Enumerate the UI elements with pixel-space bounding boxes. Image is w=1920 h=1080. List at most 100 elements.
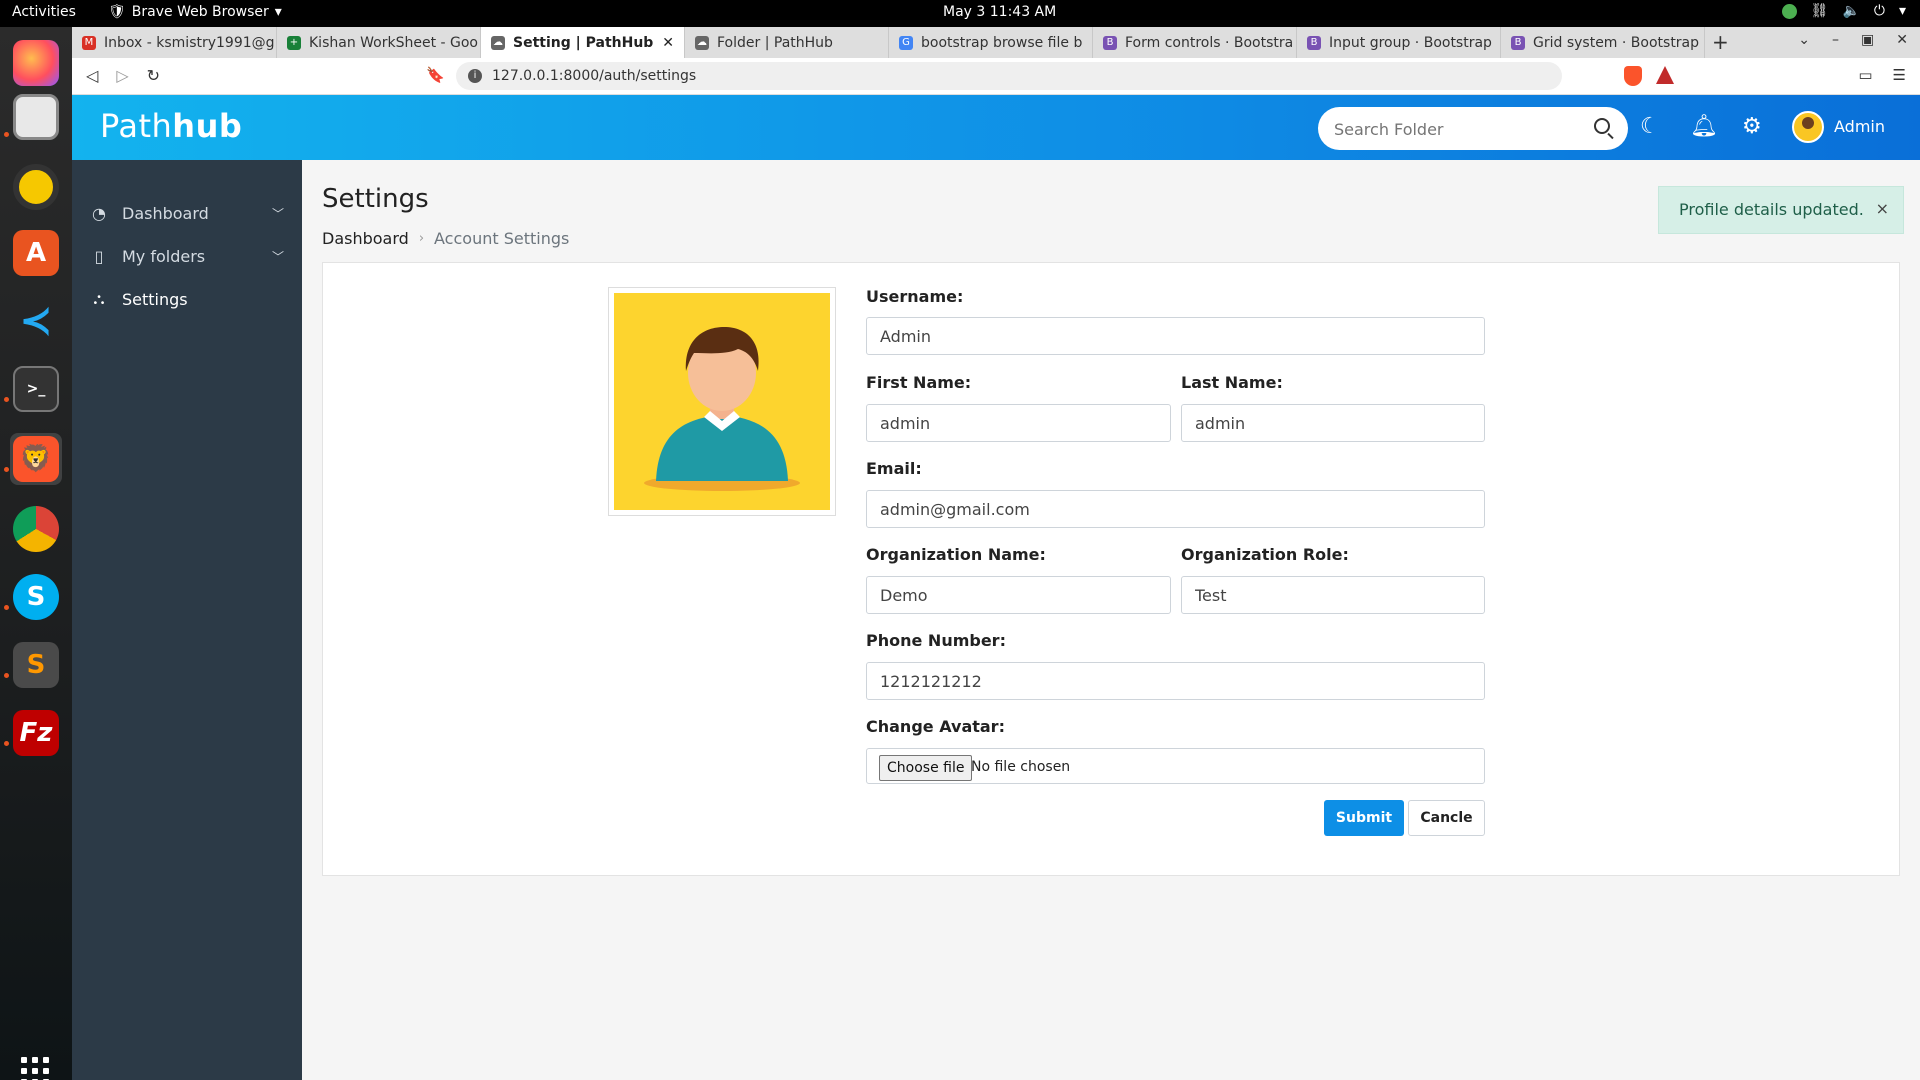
username-input[interactable] [866,317,1485,355]
rhythmbox-launcher[interactable] [10,161,62,213]
running-indicator [4,605,9,610]
running-indicator [4,132,9,137]
search-folder-box [1318,107,1628,150]
browser-tab[interactable]: M Inbox - ksmistry1991@g [72,27,277,58]
username-label: Username: [866,287,964,306]
tab-label: Kishan WorkSheet - Goo [309,34,478,51]
gear-icon[interactable]: ⚙ [1742,114,1762,139]
filezilla-icon: Fz [13,710,59,756]
sidebar-item-my-folders[interactable]: ▯ My folders ﹀ [72,236,302,276]
status-icon[interactable] [1781,3,1797,19]
browser-tab[interactable]: + Kishan WorkSheet - Goo [277,27,481,58]
phone-label: Phone Number: [866,631,1006,650]
volume-icon[interactable]: 🔈 [1842,3,1859,19]
skype-icon: S [13,574,59,620]
success-alert: Profile details updated. × [1658,186,1904,234]
page-title: Settings [322,184,429,214]
browser-tab[interactable]: Gbootstrap browse file b [889,27,1093,58]
breadcrumb-dashboard[interactable]: Dashboard [322,229,409,248]
terminal-launcher[interactable]: >_ [10,363,62,415]
search-folder-input[interactable] [1334,117,1584,141]
site-info-icon[interactable]: i [468,69,482,83]
maximize-icon[interactable]: ▣ [1861,32,1874,48]
brave-launcher[interactable]: 🦁 [10,433,62,485]
sidebar-item-settings[interactable]: ⛬ Settings [72,279,302,319]
brave-shield-icon[interactable] [1624,66,1642,86]
os-top-bar: Activities 🛡 Brave Web Browser ▾ May 3 1… [0,0,1920,27]
activities-button[interactable]: Activities [12,4,76,20]
menu-icon[interactable]: ☰ [1893,66,1906,84]
reload-icon[interactable]: ↻ [147,66,160,85]
tab-label: Inbox - ksmistry1991@g [104,34,275,51]
last-name-input[interactable] [1181,404,1485,442]
sidebar-item-dashboard[interactable]: ◔ Dashboard ﹀ [72,193,302,233]
first-name-input[interactable] [866,404,1171,442]
logo-suffix: hub [172,107,243,145]
cancel-button[interactable]: Cancle [1408,800,1485,836]
app-menu[interactable]: 🛡 Brave Web Browser ▾ [108,4,282,20]
power-icon[interactable]: ⏻ [1874,3,1885,19]
close-icon[interactable]: × [1876,199,1889,218]
firefox-icon [13,40,59,86]
clock[interactable]: May 3 11:43 AM [943,4,1056,20]
gauge-icon: ◔ [92,203,106,223]
email-label: Email: [866,459,922,478]
nav-buttons: ◁ ▷ ↻ [86,66,160,85]
software-launcher[interactable]: A [10,227,62,279]
back-icon[interactable]: ◁ [86,66,98,85]
last-name-label: Last Name: [1181,373,1283,392]
sublime-launcher[interactable]: S [10,639,62,691]
brave-rewards-icon[interactable] [1656,66,1674,84]
user-name[interactable]: Admin [1834,117,1885,136]
org-name-input[interactable] [866,576,1171,614]
choose-file-button[interactable]: Choose file [879,755,973,781]
skype-launcher[interactable]: S [10,571,62,623]
avatar-image [614,293,830,510]
search-icon[interactable] [1594,118,1610,134]
network-icon[interactable]: ⛓ [1811,3,1829,19]
wallet-icon[interactable]: ▭ [1858,66,1872,84]
close-window-icon[interactable]: ✕ [1896,32,1908,48]
bookmark-page-icon[interactable]: 🔖 [426,66,445,84]
submit-button[interactable]: Submit [1324,800,1404,836]
avatar-file-input[interactable]: Choose file No file chosen [866,748,1485,784]
email-input[interactable] [866,490,1485,528]
forward-icon[interactable]: ▷ [116,66,128,85]
system-tray[interactable]: ⛓ 🔈 ⏻ ▾ [1781,3,1906,19]
files-launcher[interactable] [10,91,62,143]
window-controls: ⌄ – ▣ ✕ [1798,32,1908,48]
browser-tab[interactable]: B Grid system · Bootstrap [1501,27,1705,58]
org-role-label: Organization Role: [1181,545,1349,564]
firefox-launcher[interactable] [10,37,62,89]
app-header: Pathhub ☾ 🔔︎ ⚙ Admin [72,95,1920,160]
org-name-label: Organization Name: [866,545,1046,564]
notification-bell-icon[interactable]: 🔔︎ [1690,114,1718,139]
chrome-launcher[interactable] [10,503,62,555]
tab-label: Setting | PathHub [513,34,654,51]
running-indicator [4,467,9,472]
pathhub-logo[interactable]: Pathhub [100,107,242,145]
phone-input[interactable] [866,662,1485,700]
new-tab-icon[interactable]: + [1712,30,1729,54]
running-indicator [4,741,9,746]
vscode-launcher[interactable]: ≺ [10,295,62,347]
caret-down-icon[interactable]: ▾ [1899,3,1906,19]
running-indicator [4,673,9,678]
avatar[interactable] [1792,111,1824,143]
dark-mode-moon-icon[interactable]: ☾ [1640,114,1660,139]
browser-tab[interactable]: B Form controls · Bootstra [1093,27,1297,58]
close-tab-icon[interactable]: ✕ [662,35,674,51]
filezilla-launcher[interactable]: Fz [10,707,62,759]
chevron-down-icon: ﹀ [271,206,284,221]
show-apps-icon[interactable] [21,1057,49,1080]
browser-tab[interactable]: B Input group · Bootstrap [1297,27,1501,58]
avatar-label: Change Avatar: [866,717,1005,736]
org-role-input[interactable] [1181,576,1485,614]
app-menu-label: Brave Web Browser [131,4,269,20]
browser-tab[interactable]: ☁ Folder | PathHub [685,27,889,58]
tab-search-icon[interactable]: ⌄ [1798,32,1810,48]
url-bar[interactable]: i 127.0.0.1:8000/auth/settings [456,62,1674,90]
minimize-icon[interactable]: – [1832,32,1839,48]
terminal-icon: >_ [13,366,59,412]
browser-tab[interactable]: ☁ Setting | PathHub ✕ [481,27,685,58]
